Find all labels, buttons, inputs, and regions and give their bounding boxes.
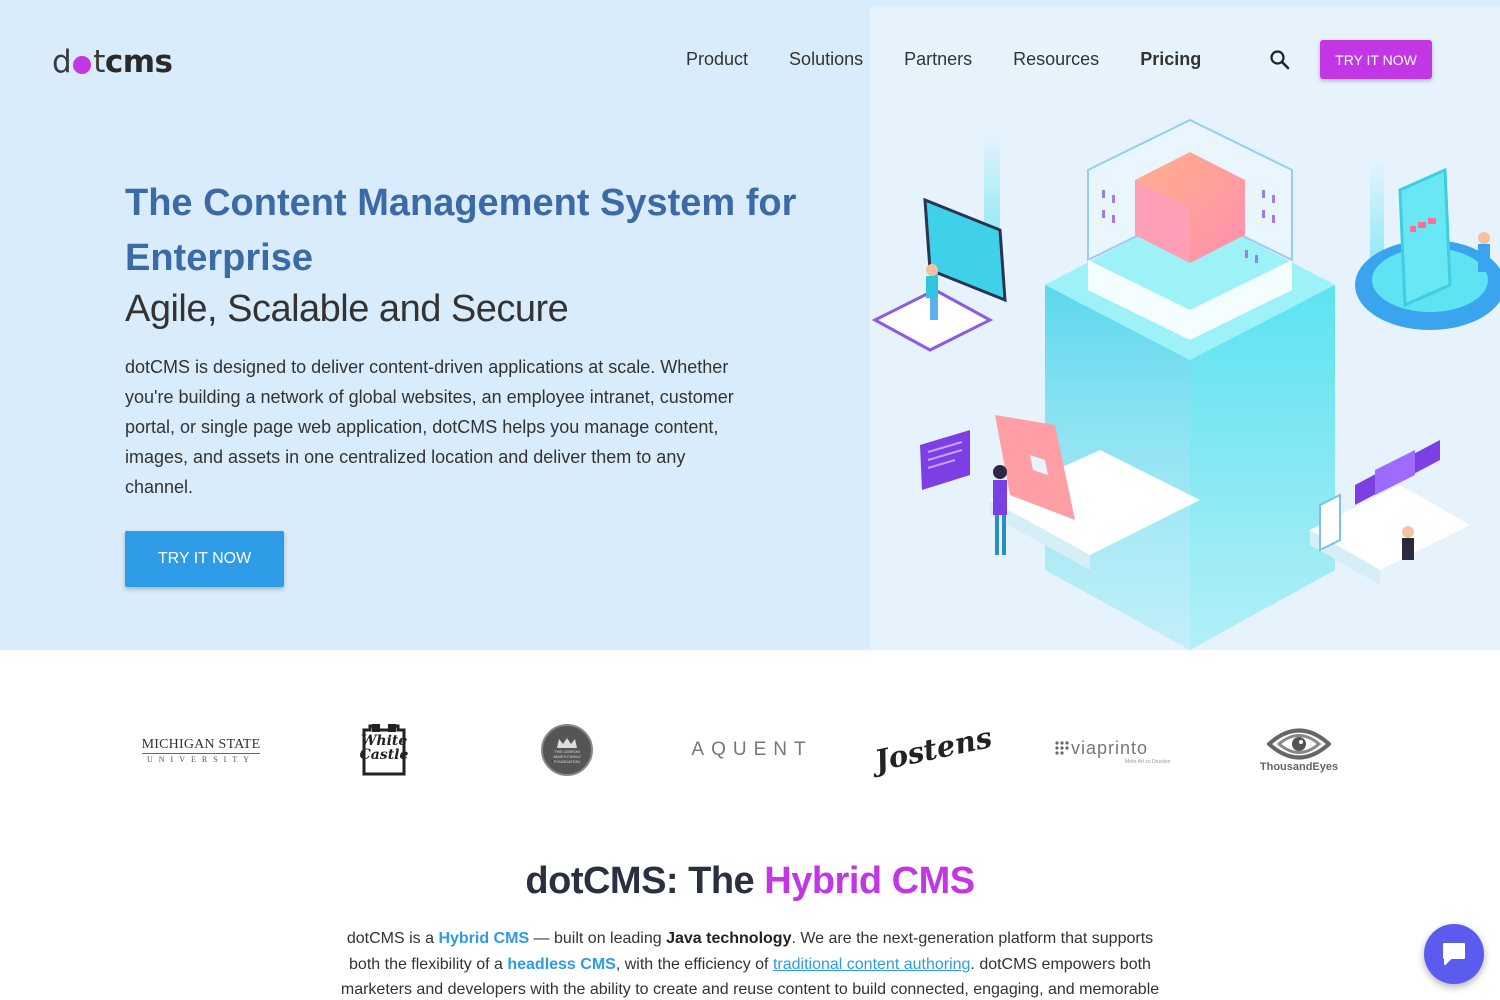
logo-dot [73, 56, 92, 74]
search-icon[interactable] [1268, 48, 1292, 72]
chat-launcher-button[interactable] [1424, 924, 1484, 984]
try-it-now-nav-button[interactable]: TRY IT NOW [1320, 40, 1432, 79]
logo-letter-t: t [93, 44, 105, 80]
main-nav: Product Solutions Partners Resources Pri… [686, 46, 1242, 72]
hybrid-cms-link[interactable]: Hybrid CMS [438, 930, 529, 947]
java-technology-text: Java technology [666, 930, 792, 947]
client-logos-strip: MICHIGAN STATE UNIVERSITY White Castle T… [0, 650, 1500, 850]
traditional-authoring-link[interactable]: traditional content authoring [773, 956, 970, 973]
white-castle-word1: White [360, 733, 408, 749]
eye-icon [1267, 728, 1331, 760]
hero-description: dotCMS is designed to deliver content-dr… [125, 357, 734, 497]
hybrid-cms-description: dotCMS is a Hybrid CMS — built on leadin… [330, 926, 1170, 1000]
chat-bubble-icon [1443, 943, 1465, 965]
viaprinto-tagline: Mehr Art zu Drucken [1125, 758, 1171, 765]
hero-section: d t cms Product Solutions Partners Resourc… [0, 0, 1500, 650]
viaprinto-wordmark: viaprinto [1071, 737, 1149, 758]
viaprinto-logo: viaprinto Mehr Art zu Drucken [1055, 736, 1177, 766]
hybrid-cms-heading: dotCMS: The Hybrid CMS [0, 860, 1500, 903]
lebron-foundation-logo: THE LEBRON JAMES FAMILY FOUNDATION [541, 724, 593, 776]
nav-partners[interactable]: Partners [904, 49, 972, 70]
isometric-platform-illustration [871, 118, 1500, 650]
aquent-wordmark: AQUENT [691, 739, 813, 760]
hybrid-title-prefix: dotCMS: The [525, 860, 765, 902]
jostens-wordmark: Jostens [871, 720, 995, 778]
hybrid-p-part4: , with the efficiency of [615, 955, 773, 973]
headless-cms-link[interactable]: headless CMS [507, 956, 615, 973]
nav-resources[interactable]: Resources [1013, 49, 1099, 70]
nav-product[interactable]: Product [686, 49, 748, 70]
hybrid-p-part1: dotCMS is a [346, 930, 439, 947]
msu-line2: UNIVERSITY [147, 754, 255, 764]
logo-letter-d: d [52, 44, 72, 80]
dotcms-logo[interactable]: d t cms [52, 42, 173, 82]
crown-icon [557, 737, 577, 748]
hero-title: The Content Management System for Enterp… [125, 182, 797, 279]
msu-line1: MICHIGAN STATE [141, 736, 261, 754]
hero-subtitle: Agile, Scalable and Secure [125, 288, 569, 330]
viaprinto-dots-icon [1055, 741, 1069, 755]
thousandeyes-wordmark: ThousandEyes [1259, 761, 1339, 773]
nav-solutions[interactable]: Solutions [789, 49, 863, 70]
hybrid-title-accent: Hybrid CMS [764, 860, 975, 902]
michigan-state-logo: MICHIGAN STATE UNIVERSITY [140, 735, 262, 767]
white-castle-word2: Castle [359, 747, 409, 763]
aquent-logo: AQUENT [690, 736, 814, 764]
nav-pricing[interactable]: Pricing [1140, 49, 1201, 70]
jostens-logo: Jostens [871, 720, 994, 778]
thousandeyes-logo: ThousandEyes [1259, 723, 1339, 775]
lebron-line3: FOUNDATION [553, 758, 581, 764]
white-castle-logo: White Castle [352, 722, 416, 778]
try-it-now-hero-button[interactable]: TRY IT NOW [125, 531, 284, 587]
logo-cms: cms [104, 44, 173, 80]
hybrid-p-part2: — built on leading [529, 930, 667, 947]
